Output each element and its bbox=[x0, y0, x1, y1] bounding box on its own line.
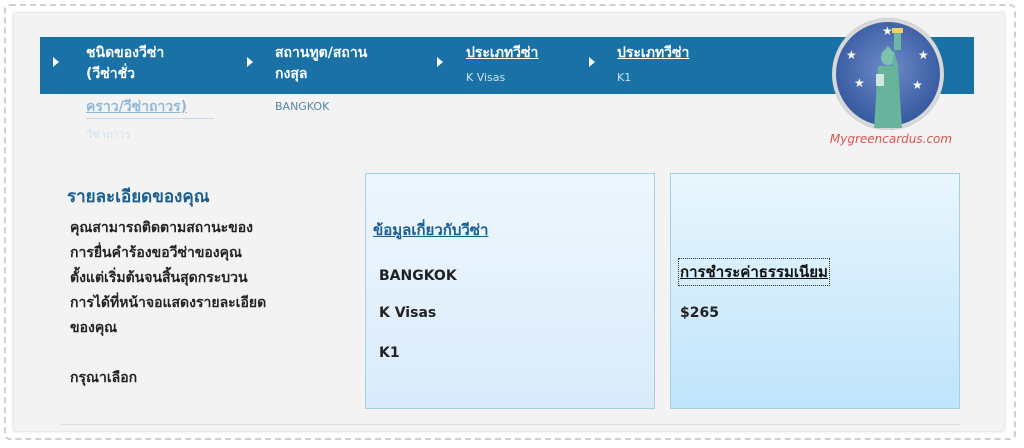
details-description: คุณสามารถติดตามสถานะของ การยื่นคำร้องขอว… bbox=[70, 216, 345, 341]
step-title-line2: กงสุล bbox=[275, 66, 308, 82]
star-icon: ★ bbox=[912, 78, 923, 92]
choose-prompt: กรุณาเลือก bbox=[70, 370, 138, 386]
step-selected-value: BANGKOK bbox=[275, 100, 330, 113]
chevron-right-icon bbox=[247, 57, 253, 67]
details-heading: รายละเอียดของคุณ bbox=[67, 187, 210, 207]
fee-box: การชำระค่าธรรมเนียม $265 bbox=[670, 173, 960, 409]
chevron-right-icon bbox=[437, 57, 443, 67]
step-title: ประเภทวีซ่า bbox=[617, 45, 690, 61]
chevron-right-icon bbox=[589, 57, 595, 67]
details-line: ของคุณ bbox=[70, 320, 118, 336]
fee-amount-value: $265 bbox=[680, 305, 719, 321]
step-selected-value: วีซ่าถาวร bbox=[86, 128, 131, 141]
step-title-line2: (วีซ่าชั่ว bbox=[86, 66, 135, 82]
step-selected-value: K1 bbox=[617, 71, 632, 84]
details-line: การได้ที่หน้าจอแสดงรายละเอียด bbox=[70, 295, 267, 311]
details-line: การยื่นคำร้องขอวีซ่าของคุณ bbox=[70, 245, 242, 261]
visa-post-value: BANGKOK bbox=[379, 268, 457, 284]
visa-info-box: ข้อมูลเกี่ยวกับวีซ่า BANGKOK K Visas K1 bbox=[365, 173, 655, 409]
step-underline bbox=[86, 118, 214, 119]
visa-type-value: K1 bbox=[379, 345, 400, 361]
star-icon: ★ bbox=[846, 48, 857, 62]
divider bbox=[60, 424, 960, 425]
step-title-line3: คราว/วีซ่าถาวร) bbox=[86, 99, 188, 115]
logo-text: Mygreencardus.com bbox=[829, 132, 953, 146]
step-selected-value: K Visas bbox=[466, 71, 506, 84]
details-line: ตั้งแต่เริ่มต้นจนสิ้นสุดกระบวน bbox=[70, 270, 248, 286]
star-icon: ★ bbox=[854, 76, 865, 90]
step-title-line1: ชนิดของวีซ่า bbox=[86, 45, 165, 61]
statue-of-liberty-icon bbox=[874, 28, 903, 128]
star-icon: ★ bbox=[918, 48, 929, 62]
step-title-line1: สถานทูต/สถาน bbox=[275, 45, 368, 61]
step-title: ประเภทวีซ่า bbox=[466, 45, 539, 61]
details-line: คุณสามารถติดตามสถานะของ bbox=[70, 220, 253, 236]
site-logo[interactable]: ★ ★ ★ ★ ★ Mygreencardus.com bbox=[816, 18, 966, 152]
visa-info-link[interactable]: ข้อมูลเกี่ยวกับวีซ่า bbox=[373, 218, 488, 242]
fee-payment-link[interactable]: การชำระค่าธรรมเนียม bbox=[678, 258, 830, 286]
visa-category-value: K Visas bbox=[379, 305, 437, 321]
chevron-right-icon bbox=[53, 57, 59, 67]
